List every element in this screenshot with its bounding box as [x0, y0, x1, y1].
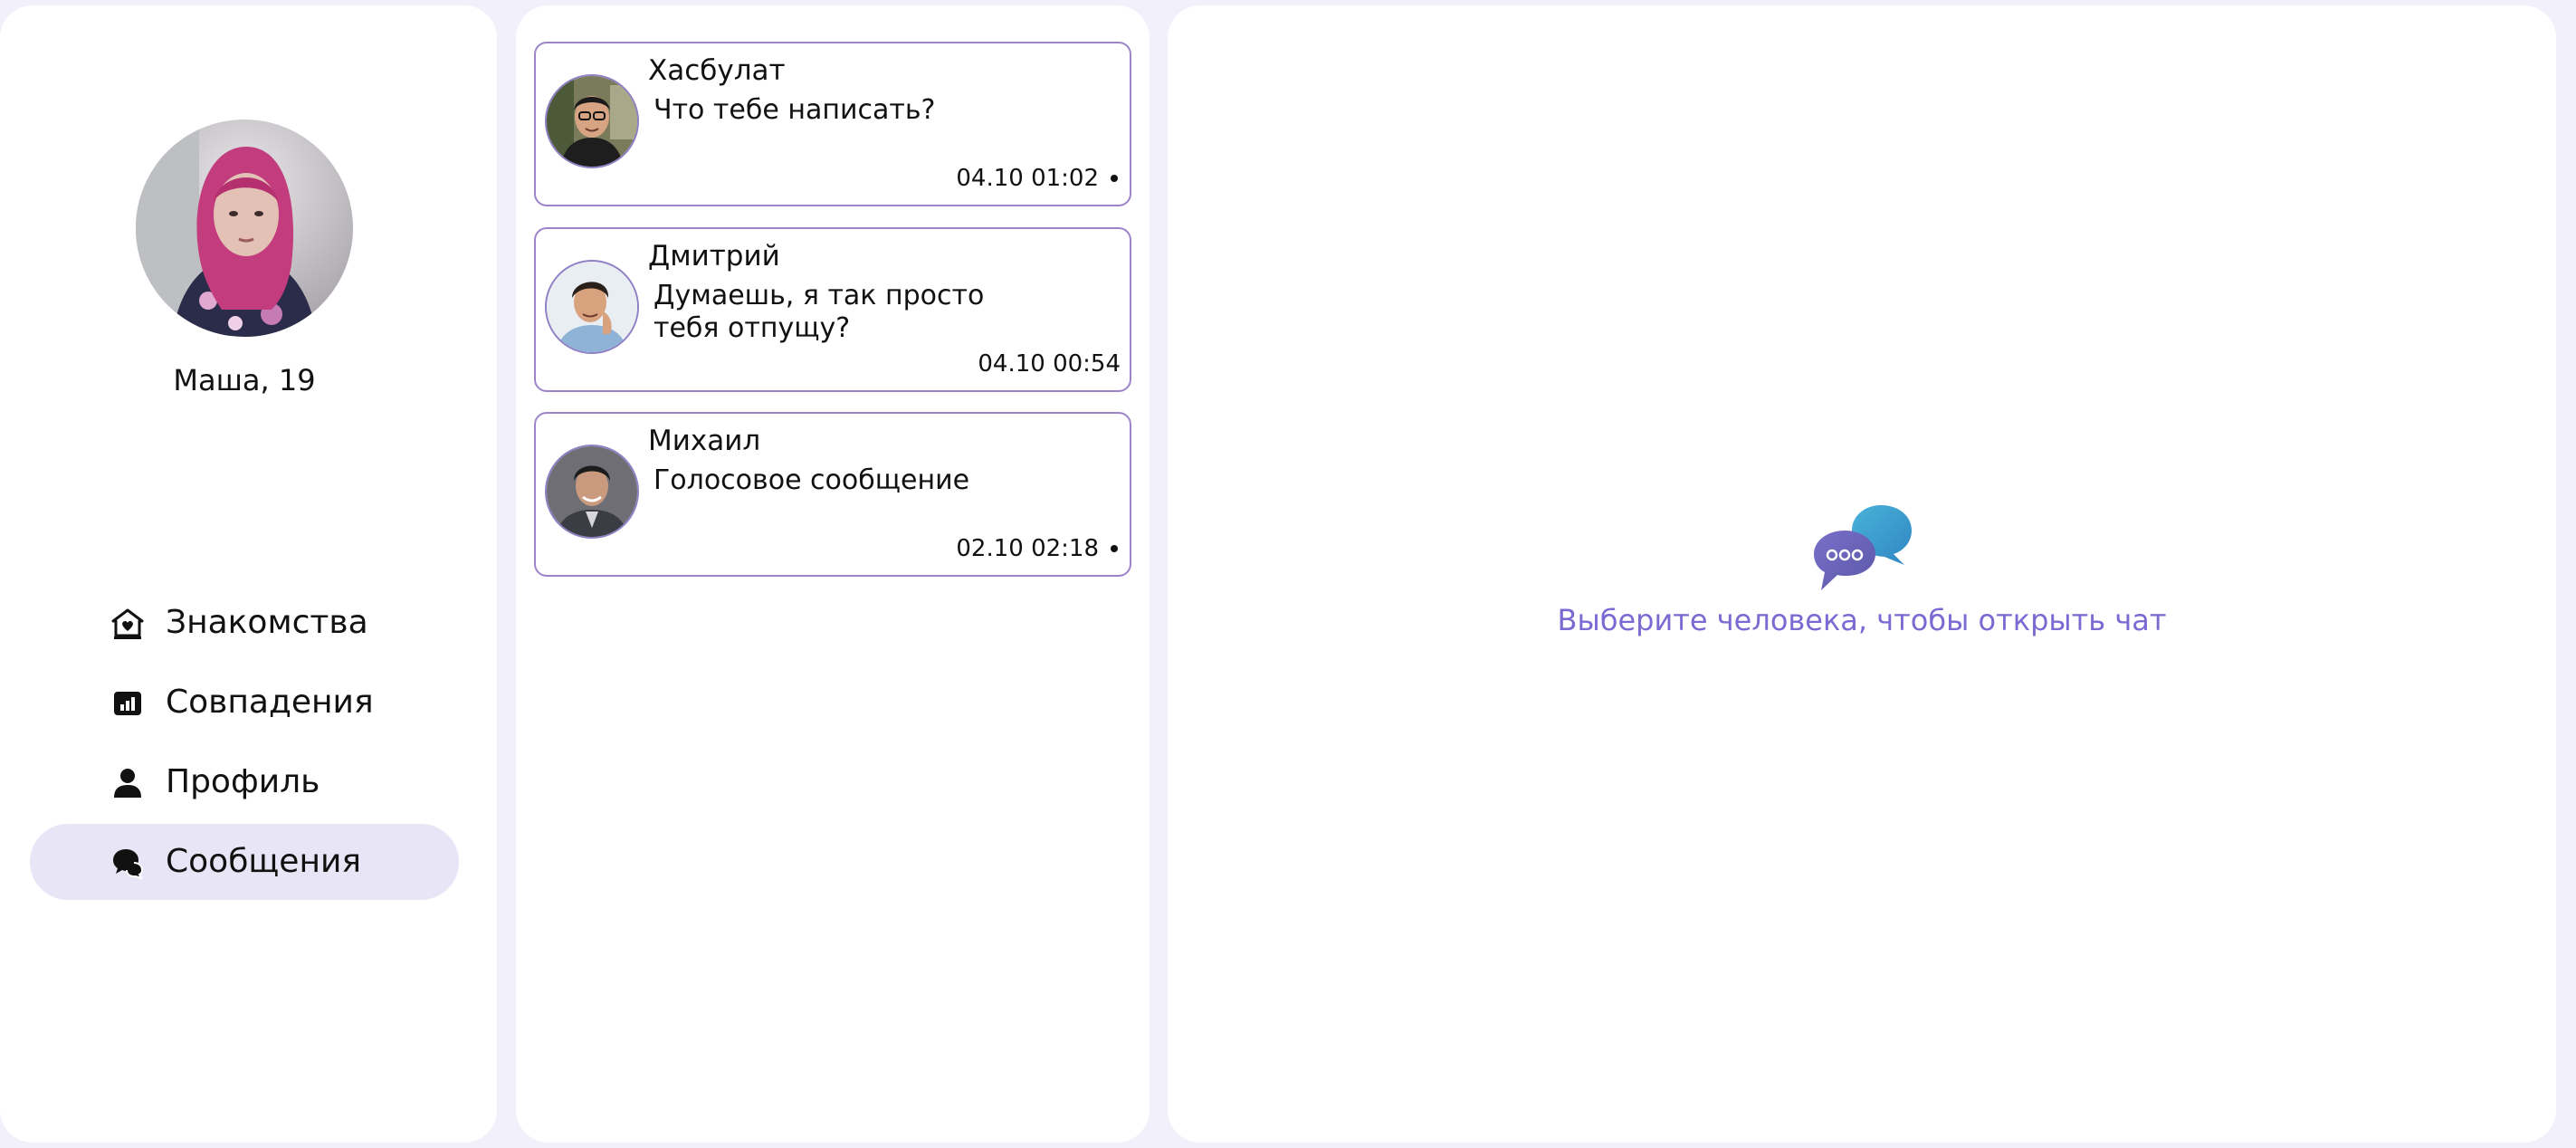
chat-list: Хасбулат Что тебе написать? 04.10 01:02 … — [516, 5, 1150, 1143]
chart-icon — [111, 687, 144, 720]
chat-name: Дмитрий — [648, 240, 780, 273]
unread-dot — [1111, 545, 1118, 552]
chat-timestamp: 02.10 02:18 — [956, 535, 1099, 562]
app-root: Маша, 19 Знакомства Совпадения Профиль С… — [0, 0, 2576, 1148]
chat-bubbles-icon — [111, 847, 144, 880]
nav-item-matches[interactable]: Совпадения — [30, 665, 459, 741]
chat-list-item[interactable]: Михаил Голосовое сообщение 02.10 02:18 — [534, 412, 1131, 577]
chat-name: Хасбулат — [648, 54, 786, 87]
nav-item-messages[interactable]: Сообщения — [30, 824, 459, 900]
nav-item-label: Знакомства — [166, 604, 368, 641]
chat-timestamp: 04.10 01:02 — [956, 165, 1099, 192]
chat-view: Выберите человека, чтобы открыть чат — [1168, 5, 2556, 1143]
nav-item-label: Профиль — [166, 763, 320, 800]
main-nav: Знакомства Совпадения Профиль Сообщения — [30, 585, 459, 904]
chat-last-message: Голосовое сообщение — [654, 464, 970, 496]
chat-list-item[interactable]: Хасбулат Что тебе написать? 04.10 01:02 — [534, 42, 1131, 206]
nav-item-profile[interactable]: Профиль — [30, 744, 459, 820]
chat-list-item[interactable]: Дмитрий Думаешь, я так просто тебя отпущ… — [534, 227, 1131, 392]
profile-avatar[interactable] — [136, 120, 353, 337]
avatar — [545, 260, 639, 354]
nav-item-label: Совпадения — [166, 684, 374, 721]
sidebar: Маша, 19 Знакомства Совпадения Профиль С… — [0, 5, 497, 1143]
chat-last-message: Думаешь, я так просто тебя отпущу? — [654, 280, 985, 344]
empty-state-text: Выберите человека, чтобы открыть чат — [1557, 603, 2167, 637]
chat-name: Михаил — [648, 425, 761, 457]
avatar — [545, 445, 639, 539]
avatar — [545, 74, 639, 168]
nav-item-dating[interactable]: Знакомства — [30, 585, 459, 661]
home-heart-icon — [111, 607, 144, 640]
nav-item-label: Сообщения — [166, 843, 362, 880]
profile-name: Маша, 19 — [173, 363, 316, 397]
chat-last-message: Что тебе написать? — [654, 94, 936, 126]
user-icon — [111, 767, 144, 799]
chat-timestamp: 04.10 00:54 — [978, 350, 1121, 378]
unread-dot — [1111, 175, 1118, 182]
chat-bubbles-icon — [1810, 503, 1915, 598]
